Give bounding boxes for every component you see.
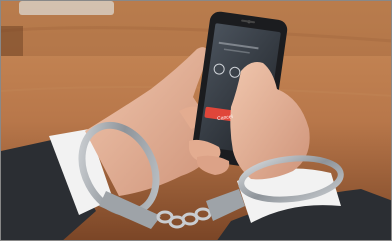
- photo-frame: Cancel: [0, 0, 392, 241]
- background-object: [19, 1, 114, 15]
- photo-illustration: [1, 1, 391, 240]
